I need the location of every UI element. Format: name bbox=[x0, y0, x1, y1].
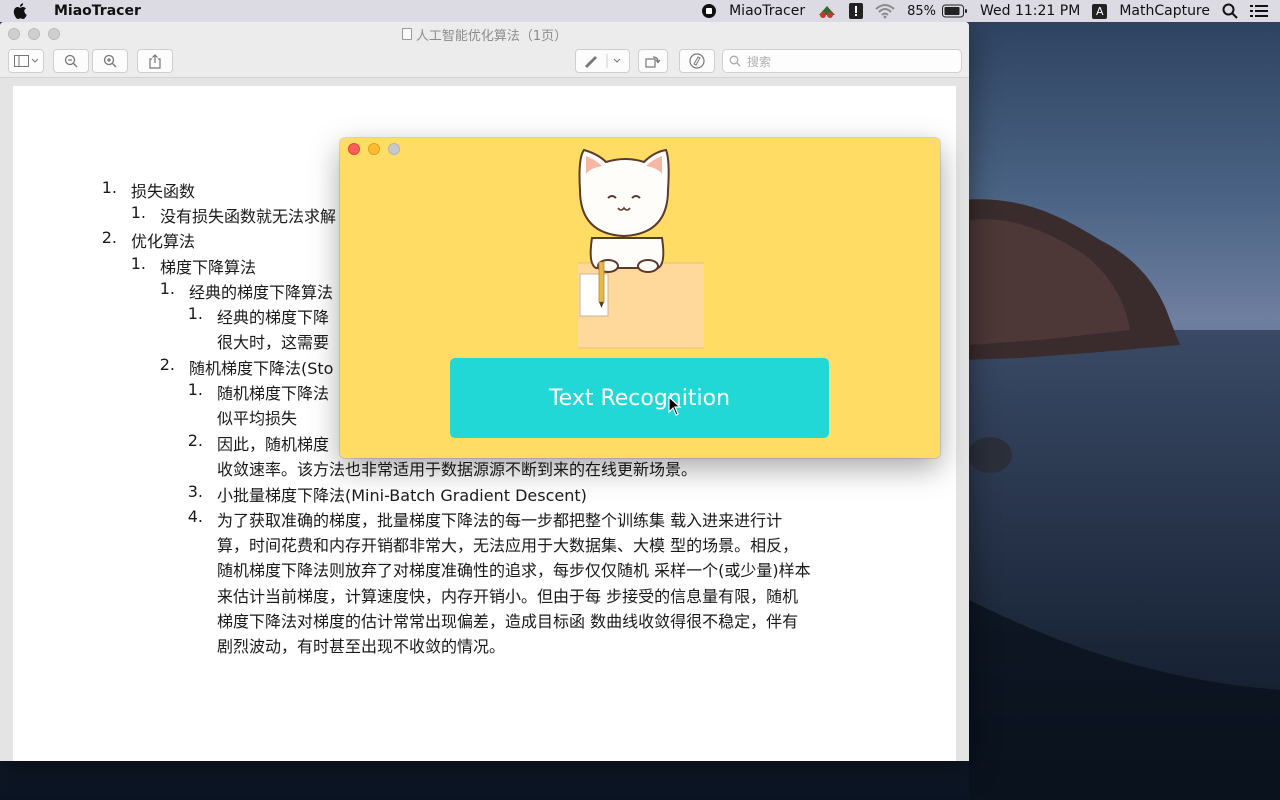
apple-icon[interactable] bbox=[0, 3, 40, 19]
zoom-in-icon bbox=[103, 54, 117, 68]
doc-line: 很大时，这需要 bbox=[217, 333, 330, 352]
doc-line: 2. 优化算法 bbox=[101, 228, 196, 251]
doc-line: 收敛速率。该方法也非常适用于数据源源不断到来的在线更新场景。 bbox=[217, 460, 698, 479]
doc-line: 1. 经典的梯度下降 bbox=[187, 304, 330, 327]
annotate-icon bbox=[689, 53, 705, 69]
zoom-in-button[interactable] bbox=[92, 49, 128, 73]
annotate-button[interactable] bbox=[679, 49, 715, 73]
cherry-app-icon[interactable] bbox=[817, 3, 837, 19]
doc-line: 2. 随机梯度下降法(Sto bbox=[159, 355, 334, 378]
status-app-name[interactable]: MiaoTracer bbox=[729, 3, 805, 19]
close-button[interactable] bbox=[348, 143, 360, 155]
preview-title: 人工智能优化算法（1页） bbox=[0, 25, 969, 44]
search-placeholder: 搜索 bbox=[747, 54, 772, 69]
doc-line: 似平均损失 bbox=[217, 409, 298, 428]
doc-line: 算，时间花费和内存开销都非常大，无法应用于大数据集、大模 型的场景。相反， bbox=[217, 536, 799, 555]
markup-pen-icon bbox=[584, 54, 620, 68]
control-center-icon[interactable] bbox=[1250, 4, 1268, 18]
text-recognition-button[interactable]: Text Recognition bbox=[450, 358, 829, 438]
doc-line: 梯度下降法对梯度的估计常常出现偏差，造成目标函 数曲线收敛得很不稳定，伴有 bbox=[217, 612, 799, 631]
sidebar-icon bbox=[14, 55, 38, 67]
doc-line: 剧烈波动，有时甚至出现不收敛的情况。 bbox=[217, 637, 506, 656]
share-button[interactable] bbox=[137, 49, 173, 73]
screen-record-icon[interactable] bbox=[701, 3, 717, 19]
exclamation-app-icon[interactable] bbox=[849, 3, 864, 19]
zoom-out-button[interactable] bbox=[53, 49, 89, 73]
doc-line: 1. 损失函数 bbox=[101, 178, 196, 201]
zoom-out-icon bbox=[64, 54, 78, 68]
cat-mascot-illustration bbox=[537, 146, 740, 354]
miaotracer-window: Text Recognition bbox=[340, 138, 940, 458]
miaotracer-window-controls bbox=[348, 143, 400, 155]
doc-line: 4. 为了获取准确的梯度，批量梯度下降法的每一步都把整个训练集 载入进来进行计 bbox=[187, 507, 783, 530]
rotate-icon bbox=[645, 56, 661, 68]
menu-clock[interactable]: Wed 11:21 PM bbox=[980, 3, 1080, 19]
doc-line: 1. 梯度下降算法 bbox=[130, 254, 257, 277]
sidebar-toggle-button[interactable] bbox=[8, 49, 44, 73]
preview-toolbar: 搜索 bbox=[0, 46, 969, 78]
doc-line: 2. 因此，随机梯度 bbox=[187, 431, 330, 454]
menu-bar: MiaoTracer MiaoTracer 85% Wed 11:21 PM A… bbox=[0, 0, 1280, 22]
rotate-button[interactable] bbox=[638, 49, 668, 73]
preview-titlebar[interactable]: 人工智能优化算法（1页） bbox=[0, 22, 969, 46]
zoom-button[interactable] bbox=[388, 143, 400, 155]
battery-icon[interactable] bbox=[942, 4, 968, 18]
doc-line: 1. 没有损失函数就无法求解 bbox=[130, 203, 337, 226]
mathcapture-menu[interactable]: MathCapture bbox=[1119, 3, 1210, 19]
minimize-button[interactable] bbox=[368, 143, 380, 155]
spotlight-icon[interactable] bbox=[1222, 3, 1238, 19]
input-source-icon[interactable]: A bbox=[1092, 3, 1108, 19]
share-icon bbox=[149, 53, 161, 69]
menu-app-name[interactable]: MiaoTracer bbox=[54, 3, 141, 19]
markup-button[interactable] bbox=[575, 49, 630, 73]
preview-title-text: 人工智能优化算法（1页） bbox=[415, 28, 568, 44]
doc-line: 3. 小批量梯度下降法(Mini-Batch Gradient Descent) bbox=[187, 482, 587, 505]
doc-line: 1. 经典的梯度下降算法 bbox=[159, 279, 334, 302]
doc-line: 随机梯度下降法则放弃了对梯度准确性的追求，每步仅仅随机 采样一个(或少量)样本 bbox=[217, 561, 811, 580]
doc-line: 来估计当前梯度，计算速度快，内存开销小。但由于每 步接受的信息量有限，随机 bbox=[217, 587, 799, 606]
search-icon bbox=[729, 55, 741, 67]
document-icon bbox=[401, 28, 412, 40]
doc-line: 1. 随机梯度下降法 bbox=[187, 380, 330, 403]
battery-percent: 85% bbox=[907, 3, 937, 19]
search-field[interactable]: 搜索 bbox=[722, 49, 962, 73]
wifi-icon[interactable] bbox=[875, 3, 895, 19]
mouse-pointer-icon bbox=[668, 395, 682, 420]
